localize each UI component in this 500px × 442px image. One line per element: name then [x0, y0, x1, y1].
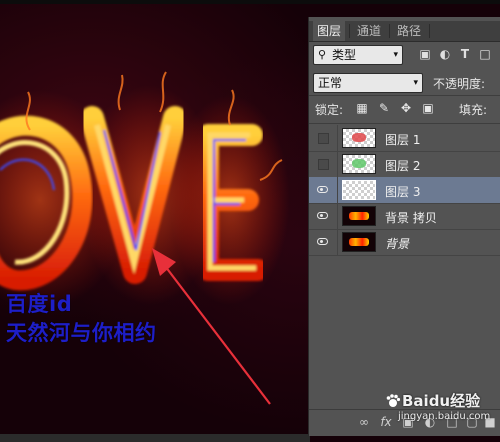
- tab-divider: [389, 24, 390, 38]
- overlay-text-line2: 天然河与你相约: [6, 321, 157, 345]
- layer-thumbnail: [342, 232, 376, 252]
- filter-type-value: 类型: [332, 48, 357, 62]
- filter-type-select[interactable]: ⚲ 类型 ▾: [313, 45, 403, 65]
- layer-row-selected[interactable]: 图层 3: [309, 177, 500, 204]
- layer-style-icon[interactable]: fx: [379, 415, 393, 429]
- baidu-paw-icon: [386, 394, 400, 407]
- layer-thumbnail: [342, 128, 376, 148]
- divider: [309, 123, 500, 124]
- layer-thumbnail: [342, 180, 376, 200]
- visibility-toggle[interactable]: [309, 125, 338, 151]
- layer-row[interactable]: 图层 2: [309, 151, 500, 178]
- thumb-content-fire: [349, 212, 369, 220]
- eye-icon: [317, 238, 328, 245]
- divider: [309, 95, 500, 96]
- layer-name: 背景: [385, 237, 410, 251]
- lock-transparent-icon[interactable]: ▦: [355, 101, 369, 115]
- layer-row[interactable]: 图层 1: [309, 125, 500, 152]
- lock-brush-icon[interactable]: ✎: [377, 101, 391, 115]
- layer-thumbnail: [342, 206, 376, 226]
- layer-name: 图层 2: [385, 159, 421, 173]
- visibility-off-box: [318, 133, 329, 144]
- overlay-text-line1: 百度id: [6, 292, 73, 316]
- blend-mode-value: 正常: [318, 76, 343, 90]
- thumb-content-green: [352, 159, 366, 168]
- fill-label: 填充:: [459, 103, 488, 117]
- canvas-bottom-bar: [0, 434, 310, 442]
- lock-label: 锁定:: [315, 103, 344, 117]
- thumb-content-fire: [349, 238, 369, 246]
- tab-paths[interactable]: 路径: [393, 21, 425, 41]
- lock-row: 锁定: ▦ ✎ ✥ ▣ 填充:: [309, 97, 500, 121]
- layer-name: 图层 3: [385, 185, 421, 199]
- thumb-content-red: [352, 133, 366, 142]
- blend-mode-select[interactable]: 正常 ▾: [313, 73, 423, 93]
- blend-mode-row: 正常 ▾ 不透明度:: [309, 70, 500, 94]
- type-filter-icon[interactable]: T: [457, 46, 473, 62]
- layer-thumbnail: [342, 154, 376, 174]
- link-layers-icon[interactable]: ∞: [357, 415, 371, 429]
- tab-divider: [429, 24, 430, 38]
- fire-love-artwork: [0, 71, 290, 405]
- image-filter-icon[interactable]: ▣: [417, 46, 433, 62]
- tab-channels[interactable]: 通道: [353, 21, 385, 41]
- layer-filter-row: ⚲ 类型 ▾ ▣ ◐ T □: [309, 43, 500, 69]
- adjustment-filter-icon[interactable]: ◐: [437, 46, 453, 62]
- tab-divider: [349, 24, 350, 38]
- shape-filter-icon[interactable]: □: [477, 46, 493, 62]
- tab-layers[interactable]: 图层: [313, 21, 346, 41]
- layer-name: 图层 1: [385, 133, 421, 147]
- panel-tab-bar: 图层 通道 路径: [309, 21, 500, 42]
- lock-all-icon[interactable]: ▣: [421, 101, 435, 115]
- layer-row[interactable]: 背景: [309, 229, 500, 256]
- eye-icon: [317, 186, 328, 193]
- lock-position-icon[interactable]: ✥: [399, 101, 413, 115]
- visibility-toggle[interactable]: [309, 177, 338, 203]
- layer-name: 背景 拷贝: [385, 211, 437, 225]
- visibility-toggle[interactable]: [309, 229, 338, 255]
- layers-panel: 图层 通道 路径 ⚲ 类型 ▾ ▣ ◐ T □ 正常 ▾ 不透明度: 锁定: ▦…: [308, 17, 500, 436]
- watermark-subtext: jingyan.baidu.com: [398, 411, 491, 422]
- updown-arrows-icon: ▾: [413, 78, 418, 88]
- updown-arrows-icon: ▾: [393, 50, 398, 60]
- eye-icon: [317, 212, 328, 219]
- opacity-label: 不透明度:: [433, 77, 486, 91]
- watermark-text: Baidu经验: [402, 392, 481, 410]
- visibility-off-box: [318, 159, 329, 170]
- layer-row[interactable]: 背景 拷贝: [309, 203, 500, 230]
- visibility-toggle[interactable]: [309, 151, 338, 177]
- visibility-toggle[interactable]: [309, 203, 338, 229]
- search-icon: ⚲: [318, 48, 327, 61]
